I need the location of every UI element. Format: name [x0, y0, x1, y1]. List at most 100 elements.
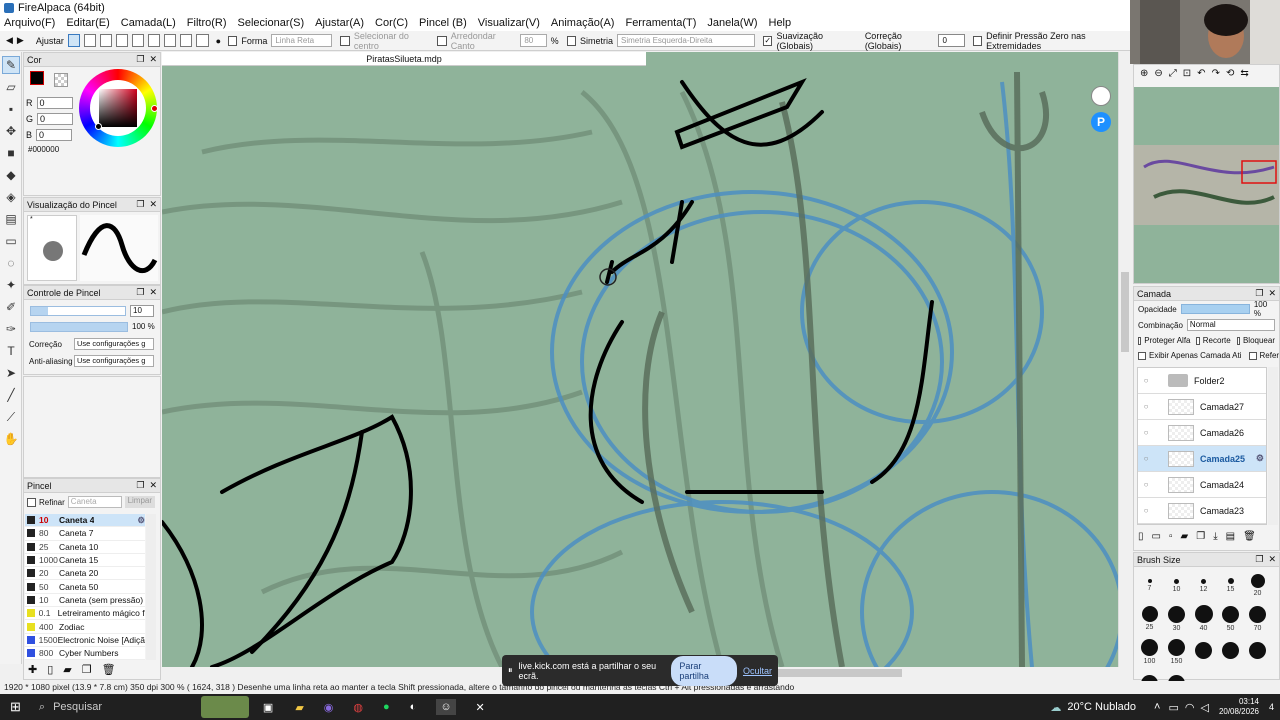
restore-icon[interactable]: ❐ — [1255, 288, 1263, 299]
restore-icon[interactable]: ❐ — [136, 480, 144, 491]
rotate-left-icon[interactable]: ↶ — [1197, 68, 1205, 80]
clipping-checkbox[interactable] — [1196, 336, 1200, 345]
discord-icon[interactable]: ◉ — [324, 701, 334, 714]
duplicate-layer-icon[interactable]: ❐ — [1196, 531, 1205, 542]
shape-checkbox[interactable] — [228, 35, 238, 46]
brush-item[interactable]: 50 Caneta 50 — [25, 580, 145, 594]
lasso-select-icon[interactable]: ◌ — [2, 254, 20, 272]
copy-icon[interactable]: ❐ — [82, 663, 92, 676]
notification-badge[interactable]: 4 — [1269, 702, 1274, 712]
menu-help[interactable]: Help — [769, 17, 792, 29]
firealpaca-taskbar-icon[interactable]: ☺ — [436, 699, 456, 715]
zoom-out-icon[interactable]: ⊖ — [1154, 68, 1162, 80]
restore-icon[interactable]: ❐ — [1255, 554, 1263, 565]
brush-size-preset[interactable]: 20 — [1244, 569, 1271, 602]
restore-icon[interactable]: ❐ — [136, 287, 144, 298]
trash-icon[interactable]: 🗑 — [102, 663, 116, 676]
snap-parallel-button[interactable] — [83, 34, 97, 47]
layer-row-folder2[interactable]: ○ Folder2 — [1138, 368, 1266, 394]
size-slider[interactable] — [30, 306, 126, 316]
transparent-swatch[interactable] — [54, 73, 68, 87]
shape-dropdown[interactable]: Linha Reta — [271, 34, 333, 47]
brush-item[interactable]: 0.1 Letreiramento mágico fir — [25, 607, 145, 621]
brush-item[interactable]: 10 Caneta 4 ⚙ — [25, 514, 145, 528]
visibility-icon[interactable]: ○ — [1138, 454, 1154, 463]
tray-chevron-icon[interactable]: ˄ — [1154, 701, 1160, 713]
blend-dropdown[interactable]: Normal — [1186, 319, 1275, 331]
brush-item[interactable]: 10 Caneta (sem pressão) — [25, 593, 145, 608]
round-checkbox[interactable] — [437, 35, 447, 46]
file-explorer-icon[interactable]: ▰ — [295, 701, 303, 714]
restore-icon[interactable]: ❐ — [136, 199, 144, 210]
flip-icon[interactable]: ⇆ — [1240, 68, 1248, 80]
delete-layer-icon[interactable]: 🗑 — [1243, 531, 1256, 542]
actual-size-icon[interactable]: ⊡ — [1183, 68, 1191, 80]
brush-item[interactable]: 400 Zodiac — [25, 620, 145, 634]
new-folder-icon[interactable]: ▰ — [1181, 531, 1189, 542]
drawing-canvas[interactable]: P — [162, 52, 1118, 667]
symmetry-checkbox[interactable] — [566, 35, 576, 46]
brush-size-preset[interactable]: 150 — [1163, 635, 1190, 668]
snap-cross-button[interactable] — [100, 34, 113, 47]
prev-arrow-icon[interactable]: ◀ — [6, 35, 13, 46]
menu-view[interactable]: Visualizar(V) — [478, 17, 540, 29]
select-eraser-icon[interactable]: ✑ — [2, 320, 20, 338]
primary-color-swatch[interactable] — [30, 71, 44, 85]
reset-rotate-icon[interactable]: ⟲ — [1226, 68, 1234, 80]
reference-checkbox[interactable] — [1248, 351, 1257, 360]
show-only-checkbox[interactable] — [1138, 351, 1146, 360]
brush-size-preset[interactable] — [1217, 635, 1244, 668]
menu-edit[interactable]: Editar(E) — [66, 17, 109, 29]
r-input[interactable]: 0 — [36, 97, 73, 109]
snap-curve-button[interactable] — [164, 34, 177, 47]
search-box[interactable]: ⌕ Pesquisar — [31, 694, 221, 720]
hue-wheel[interactable] — [79, 69, 158, 147]
menu-select[interactable]: Selecionar(S) — [238, 17, 305, 29]
new-8bit-layer-icon[interactable]: ▭ — [1152, 531, 1161, 542]
task-view-icon[interactable]: ▣ — [263, 701, 273, 714]
brush-size-preset[interactable] — [1190, 635, 1217, 668]
pressure-checkbox[interactable] — [972, 35, 983, 46]
brush-settings-gear-icon[interactable]: ⚙ — [137, 515, 145, 526]
pixiv-icon[interactable]: P — [1091, 112, 1111, 132]
clear-layer-icon[interactable]: ▤ — [1226, 531, 1235, 542]
brush-item[interactable]: 25 Caneta 10 — [25, 540, 145, 554]
brush-list-scrollbar[interactable] — [146, 514, 156, 660]
magic-wand-icon[interactable]: ✦ — [2, 276, 20, 294]
g-input[interactable]: 0 — [37, 113, 74, 125]
smoothing-checkbox[interactable]: ✓ — [763, 35, 773, 46]
brush-size-preset[interactable]: 70 — [1244, 602, 1271, 635]
next-arrow-icon[interactable]: ▶ — [17, 35, 24, 46]
center-checkbox[interactable] — [340, 35, 350, 46]
visibility-icon[interactable]: ○ — [1138, 402, 1154, 411]
layer-row-camada27[interactable]: ○ Camada27 — [1138, 394, 1266, 420]
snap-off-button[interactable] — [67, 34, 80, 47]
layer-row-camada23[interactable]: ○ Camada23 — [1138, 498, 1266, 524]
select-pen-icon[interactable]: ✐ — [2, 298, 20, 316]
close-icon[interactable]: ✕ — [1268, 554, 1276, 565]
menu-animation[interactable]: Animação(A) — [551, 17, 615, 29]
menu-window[interactable]: Janela(W) — [707, 17, 757, 29]
menu-filter[interactable]: Filtro(R) — [187, 17, 227, 29]
brush-size-preset[interactable]: 10 — [1163, 569, 1190, 602]
snap-grid-button[interactable] — [196, 34, 209, 47]
layer-row-camada26[interactable]: ○ Camada26 — [1138, 420, 1266, 446]
snap-vanish-button[interactable] — [116, 34, 129, 47]
visibility-icon[interactable]: ○ — [1138, 480, 1154, 489]
operation-tool-icon[interactable]: ➤ — [2, 364, 20, 382]
menu-layer[interactable]: Camada(L) — [121, 17, 176, 29]
eyedropper-icon[interactable]: ⟋ — [2, 408, 20, 426]
eraser-tool-icon[interactable]: ▱ — [2, 78, 20, 96]
visibility-icon[interactable]: ○ — [1138, 506, 1154, 515]
obs-icon[interactable]: ◐ — [410, 701, 417, 713]
refine-input[interactable]: Caneta — [67, 496, 122, 508]
chrome-icon[interactable]: ◍ — [353, 701, 363, 714]
snap-3d-button[interactable] — [180, 34, 193, 47]
hand-tool-icon[interactable]: ✋ — [2, 430, 20, 448]
brush-size-preset[interactable]: 50 — [1217, 602, 1244, 635]
snap-radial-button[interactable] — [132, 34, 145, 47]
b-input[interactable]: 0 — [36, 129, 73, 141]
layer-opacity-slider[interactable] — [1180, 304, 1250, 314]
fill-lasso-tool-icon[interactable]: ◆ — [2, 166, 20, 184]
alpaca-avatar-icon[interactable] — [1091, 86, 1111, 106]
